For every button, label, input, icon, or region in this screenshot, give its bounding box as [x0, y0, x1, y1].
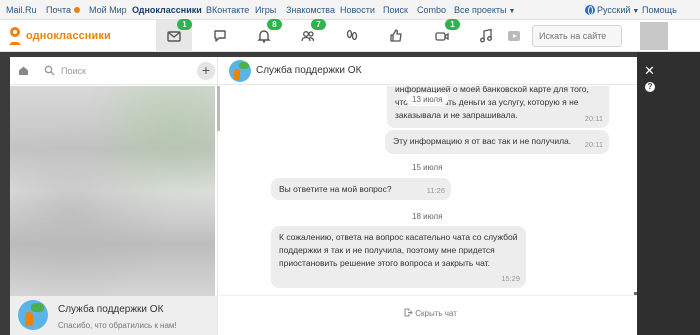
hide-chat-label: Скрыть чат: [415, 309, 457, 318]
chat-avatar[interactable]: [229, 60, 251, 82]
message-list: информацией о моей банковской карте для …: [219, 86, 637, 295]
chevron-down-icon: ▼: [632, 8, 640, 15]
bell-icon: [257, 30, 271, 43]
link-moi-mir[interactable]: Мой Мир: [89, 5, 127, 15]
message-bubble: К сожалению, ответа на вопрос касательно…: [271, 226, 526, 288]
hide-chat-button[interactable]: Скрыть чат: [404, 308, 457, 318]
link-dating[interactable]: Знакомства: [286, 5, 335, 15]
message-bubble: Вы ответите на мой вопрос? 11:26: [271, 178, 451, 200]
link-games[interactable]: Игры: [255, 5, 276, 15]
link-mailru[interactable]: Mail.Ru: [6, 5, 37, 15]
link-vkontakte[interactable]: ВКонтакте: [206, 5, 249, 15]
link-news[interactable]: Новости: [340, 5, 375, 15]
message-time: 11:26: [426, 186, 445, 195]
nav-guests[interactable]: [334, 20, 370, 52]
nav-likes[interactable]: [378, 20, 414, 52]
search-icon: [44, 65, 55, 76]
user-avatar[interactable]: [640, 22, 668, 50]
message-text: Эту информацию я от вас так и не получил…: [393, 136, 572, 146]
link-pochta[interactable]: Почта: [46, 5, 80, 15]
speech-bubble-icon: [214, 30, 226, 42]
nav-video-calls[interactable]: 1: [424, 19, 460, 52]
ok-logo-icon: [8, 27, 22, 45]
message-text: Вы ответите на мой вопрос?: [279, 184, 392, 194]
nav-notifications[interactable]: 8: [246, 19, 282, 52]
message-time: 20:11: [584, 114, 603, 123]
link-combo[interactable]: Combo: [417, 5, 446, 15]
message-bubble: Эту информацию я от вас так и не получил…: [385, 130, 609, 154]
chat-title[interactable]: Служба поддержки ОК: [256, 65, 361, 76]
logo-text: одноклассники: [26, 30, 111, 42]
nav-discussions[interactable]: [202, 20, 238, 52]
chat-header: Служба поддержки ОК: [219, 57, 637, 85]
new-chat-button[interactable]: +: [197, 62, 215, 80]
exit-icon: [404, 308, 413, 317]
link-help[interactable]: Помощь: [642, 5, 677, 15]
chat-window: Поиск + Служба поддержки ОК Спасибо, что…: [10, 57, 637, 335]
nav-video[interactable]: [496, 20, 532, 52]
messages-badge: 1: [177, 19, 192, 30]
link-all-projects[interactable]: Все проекты ▼: [454, 5, 515, 15]
nav-friends[interactable]: 7: [290, 19, 326, 52]
home-icon[interactable]: [18, 65, 29, 76]
notification-dot-icon: [74, 7, 80, 13]
site-search-input[interactable]: [532, 25, 622, 47]
hide-chat-bar: Скрыть чат: [219, 295, 637, 335]
overlay-backdrop: [637, 52, 700, 335]
message-time: 20:11: [584, 140, 603, 149]
conversation-name: Служба поддержки ОК: [58, 304, 164, 315]
conversation-list-header: Поиск +: [10, 57, 217, 85]
globe-icon: [585, 5, 595, 15]
link-odnoklassniki[interactable]: Одноклассники: [132, 5, 202, 15]
video-badge: 1: [445, 19, 460, 30]
nav-messages[interactable]: 1: [156, 19, 192, 52]
notifications-badge: 8: [267, 19, 282, 30]
thumbs-up-icon: [390, 29, 402, 42]
link-search[interactable]: Поиск: [383, 5, 408, 15]
support-avatar: [18, 300, 48, 330]
date-separator: 13 июля: [406, 93, 449, 106]
message-time: 15:29: [501, 274, 520, 283]
footprints-icon: [346, 29, 358, 41]
envelope-icon: [167, 31, 181, 42]
play-icon: [508, 31, 520, 41]
chat-pane: Служба поддержки ОК информацией о моей б…: [219, 57, 637, 335]
conversation-search-input[interactable]: Поиск: [61, 66, 86, 76]
conversation-list-pane: Поиск + Служба поддержки ОК Спасибо, что…: [10, 57, 220, 335]
message-text: К сожалению, ответа на вопрос касательно…: [279, 232, 518, 268]
chevron-down-icon: ▼: [508, 8, 516, 15]
language-selector[interactable]: Русский ▼: [585, 5, 639, 15]
help-icon[interactable]: ?: [645, 82, 655, 92]
video-camera-icon: [435, 32, 449, 41]
friends-badge: 7: [311, 19, 326, 30]
music-note-icon: [480, 28, 492, 43]
conversation-list-blurred: [10, 86, 215, 296]
close-icon[interactable]: ✕: [644, 63, 655, 79]
date-separator: 15 июля: [406, 161, 449, 174]
date-separator: 18 июля: [406, 210, 449, 223]
portal-topbar: Mail.Ru Почта Мой Мир Одноклассники ВКон…: [0, 0, 700, 20]
friends-icon: [301, 31, 315, 42]
conversation-preview: Спасибо, что обратились к нам!: [58, 321, 177, 330]
site-header: одноклассники 1 8 7 1: [0, 19, 700, 52]
ok-logo[interactable]: одноклассники: [8, 26, 111, 46]
conversation-item-active[interactable]: Служба поддержки ОК Спасибо, что обратил…: [10, 296, 217, 335]
